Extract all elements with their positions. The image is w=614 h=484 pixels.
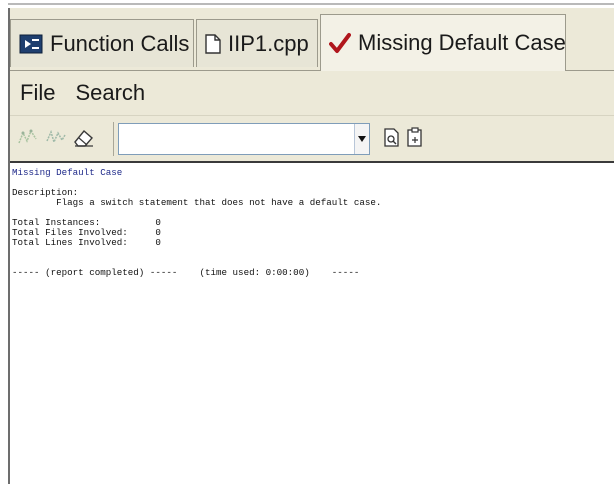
checkmark-icon bbox=[329, 32, 351, 54]
toolbar bbox=[10, 115, 614, 162]
tab-missing-default-case[interactable]: Missing Default Case bbox=[320, 14, 566, 71]
top-divider bbox=[8, 3, 614, 5]
report-title: Missing Default Case bbox=[12, 167, 123, 178]
tab-iip1-cpp[interactable]: IIP1.cpp bbox=[196, 19, 318, 67]
toolbar-separator bbox=[113, 122, 114, 156]
report-pane: Missing Default Case Description: Flags … bbox=[10, 161, 614, 484]
tab-label: IIP1.cpp bbox=[228, 30, 309, 56]
graph-sparkle-icon[interactable] bbox=[16, 125, 40, 151]
tab-strip: Function Calls IIP1.cpp Missing Default … bbox=[10, 14, 614, 71]
menu-search[interactable]: Search bbox=[65, 80, 155, 106]
eraser-icon[interactable] bbox=[72, 125, 96, 151]
app-frame: Function Calls IIP1.cpp Missing Default … bbox=[8, 8, 614, 484]
description-text: Flags a switch statement that does not h… bbox=[12, 197, 382, 208]
total-lines: Total Lines Involved: 0 bbox=[12, 237, 161, 248]
tab-label: Function Calls bbox=[50, 30, 190, 56]
function-calls-icon bbox=[19, 34, 43, 54]
document-icon bbox=[205, 33, 221, 54]
graph-wave-icon[interactable] bbox=[44, 125, 68, 151]
menu-bar: File Search bbox=[10, 71, 614, 115]
report-footer: ----- (report completed) ----- (time use… bbox=[12, 267, 360, 278]
menu-file[interactable]: File bbox=[10, 80, 65, 106]
clipboard-icon[interactable] bbox=[403, 125, 427, 151]
tab-label: Missing Default Case bbox=[358, 30, 566, 55]
tab-function-calls[interactable]: Function Calls bbox=[10, 19, 194, 67]
find-document-icon[interactable] bbox=[380, 125, 404, 151]
search-combo[interactable] bbox=[118, 123, 370, 155]
chevron-down-icon[interactable] bbox=[354, 124, 369, 154]
